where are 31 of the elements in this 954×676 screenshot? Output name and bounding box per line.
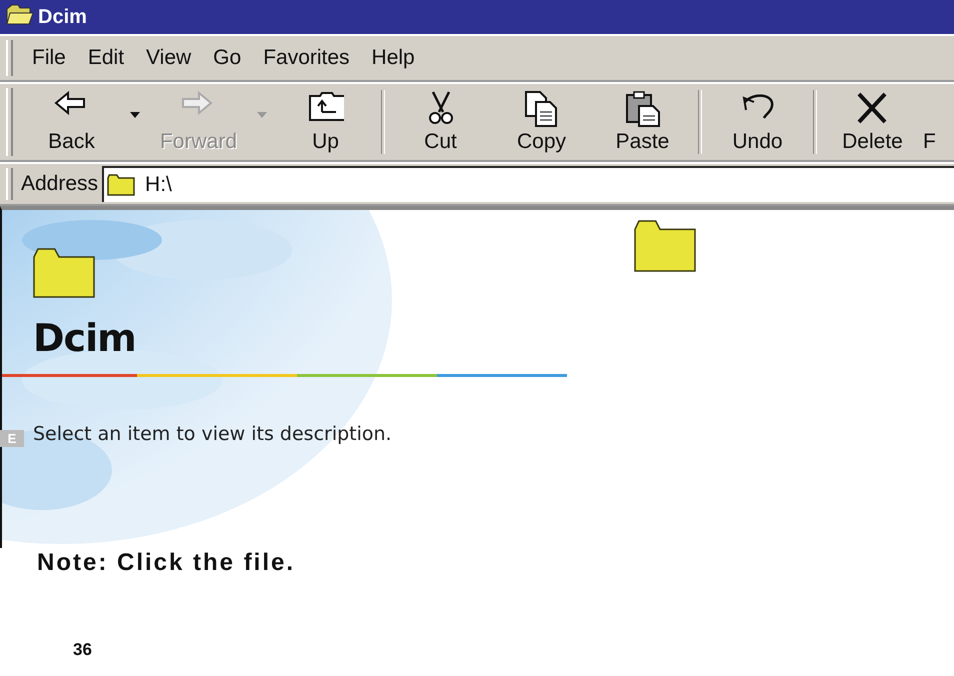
description-text: Select an item to view its description. (33, 423, 392, 445)
address-field[interactable]: H:\ (102, 166, 954, 202)
toolbar-button[interactable]: Undo (707, 84, 808, 160)
menu-item[interactable]: Go (202, 46, 252, 70)
toolbar-button[interactable]: Cut (390, 84, 491, 160)
documents-icon (524, 90, 560, 128)
menu-item[interactable]: File (21, 46, 77, 70)
toolbar-grip[interactable] (6, 88, 13, 156)
caret-icon (257, 112, 267, 118)
toolbar-button[interactable]: F (923, 84, 943, 160)
folder-heading: Dcim (33, 316, 136, 360)
folder-icon (6, 4, 34, 26)
toolbar-button[interactable]: Back (21, 84, 122, 160)
window-title: Dcim (38, 6, 87, 28)
page-number: 36 (73, 640, 93, 660)
clipboard-icon (624, 90, 660, 128)
toolbar-grip[interactable] (6, 168, 13, 200)
address-label: Address (21, 172, 98, 196)
menu-item[interactable]: Edit (76, 46, 136, 70)
menu-item[interactable]: View (135, 46, 202, 70)
caret-icon (130, 112, 140, 118)
menu-item[interactable]: Help (360, 46, 426, 70)
toolbar-button[interactable]: Delete (822, 84, 923, 160)
toolbar-button[interactable]: Paste (592, 84, 693, 160)
note-text: Note: Click the file. (37, 548, 296, 578)
menu-item[interactable]: Favorites (252, 46, 361, 70)
folder-icon[interactable] (634, 220, 696, 272)
toolbar-button[interactable]: Copy (491, 84, 592, 160)
folder-icon (107, 174, 136, 196)
toolbar-button[interactable]: Up (275, 84, 376, 160)
toolbar-grip[interactable] (6, 40, 13, 76)
